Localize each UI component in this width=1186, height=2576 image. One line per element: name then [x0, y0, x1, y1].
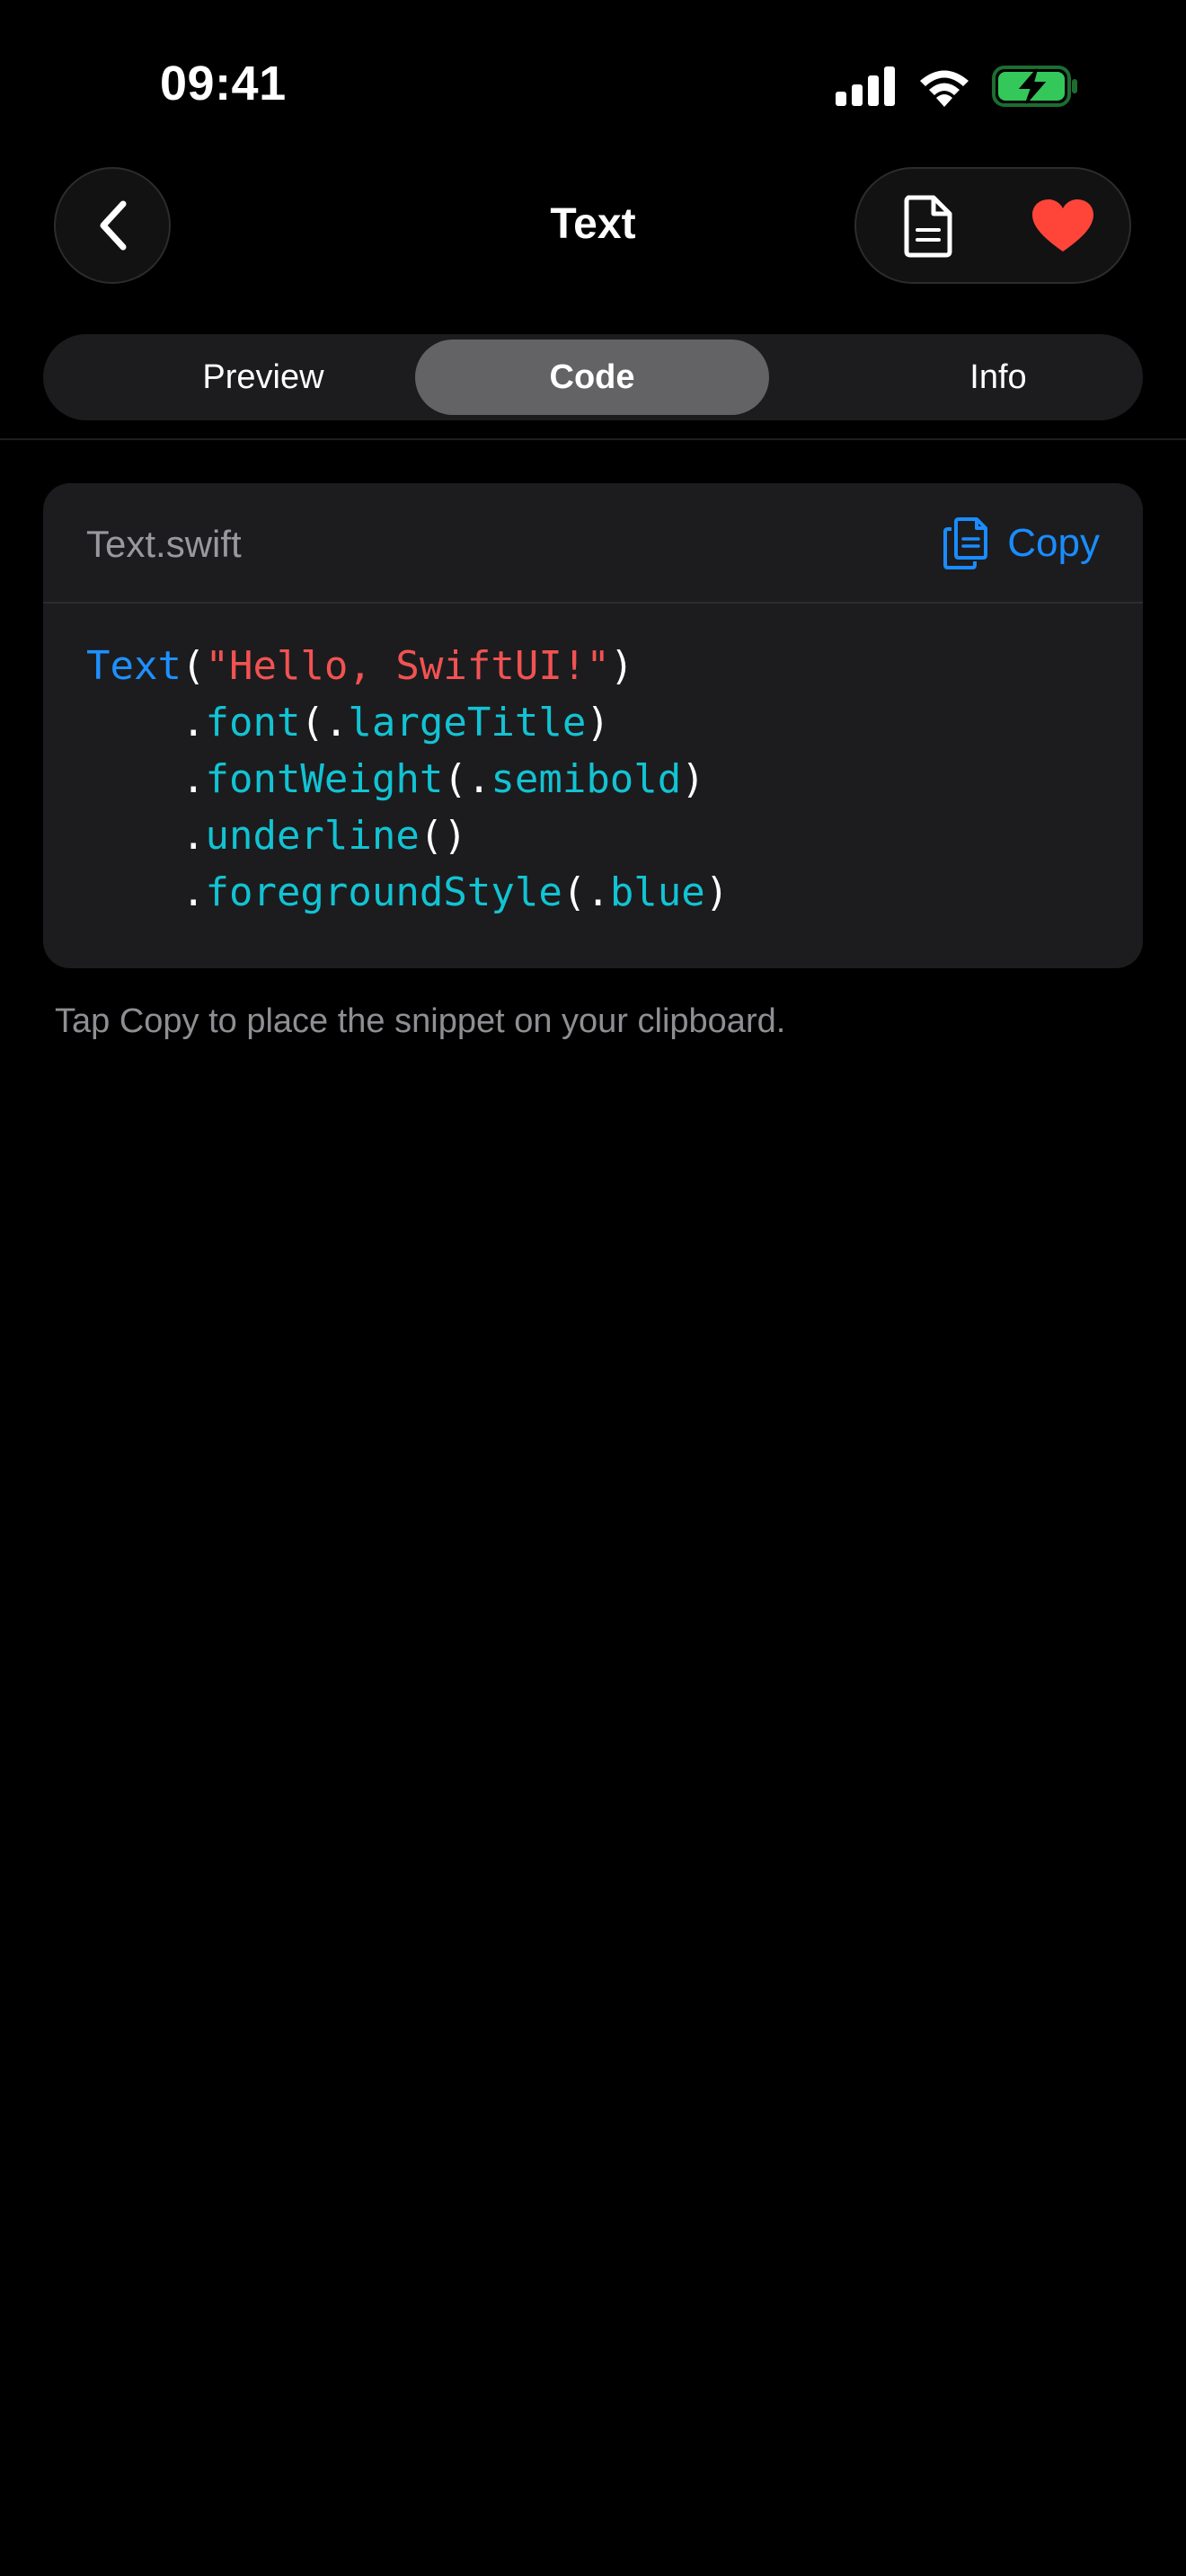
copy-icon — [943, 517, 988, 569]
segmented-control: Preview Code Info — [43, 334, 1143, 420]
status-icons — [836, 63, 1078, 110]
code-token: ) — [681, 756, 705, 802]
cellular-signal-icon — [836, 66, 895, 106]
battery-charging-icon — [992, 66, 1077, 107]
status-time: 09:41 — [160, 57, 287, 110]
tab-code[interactable]: Code — [415, 340, 769, 415]
code-card-header: Text.swift Copy — [43, 483, 1143, 604]
hint-text: Tap Copy to place the snippet on your cl… — [55, 1002, 786, 1040]
code-token: ( — [181, 643, 206, 689]
file-name: Text.swift — [86, 523, 242, 565]
document-icon — [904, 195, 952, 258]
code-token: (. — [443, 756, 491, 802]
copy-label: Copy — [1007, 521, 1100, 565]
code-line: .fontWeight(.semibold) — [86, 751, 729, 807]
code-token: blue — [609, 869, 705, 915]
tab-preview[interactable]: Preview — [86, 340, 440, 415]
code-token: . — [181, 756, 206, 802]
code-token: ) — [704, 869, 730, 915]
code-token: . — [181, 869, 206, 915]
status-bar: 09:41 — [0, 0, 1186, 162]
code-line: .font(.largeTitle) — [86, 694, 729, 751]
code-token: ) — [586, 700, 610, 745]
code-token: largeTitle — [348, 700, 587, 745]
wifi-icon — [920, 70, 969, 107]
favorite-button[interactable] — [1018, 181, 1108, 271]
code-token: . — [181, 813, 206, 859]
divider — [0, 438, 1186, 440]
code-token: Text — [86, 643, 181, 689]
code-line: Text("Hello, SwiftUI!") — [86, 638, 729, 694]
tab-info[interactable]: Info — [821, 340, 1175, 415]
code-token: (. — [300, 700, 349, 745]
code-token: underline — [205, 813, 420, 859]
code-token: . — [181, 700, 206, 745]
code-line: .foregroundStyle(.blue) — [86, 864, 729, 921]
heart-icon — [1032, 199, 1093, 251]
code-token: () — [419, 813, 467, 859]
code-token: ) — [609, 643, 634, 689]
code-token: font — [205, 700, 301, 745]
code-token: "Hello, SwiftUI!" — [205, 643, 610, 689]
action-group — [854, 167, 1131, 284]
code-token: semibold — [491, 756, 682, 802]
code-token: foregroundStyle — [205, 869, 562, 915]
code-token: fontWeight — [205, 756, 444, 802]
code-card: Text.swift Copy Text("Hello, SwiftUI!") … — [43, 483, 1143, 968]
copy-button[interactable]: Copy — [943, 517, 1100, 569]
document-button[interactable] — [883, 181, 973, 271]
code-line: .underline() — [86, 807, 729, 864]
code-block: Text("Hello, SwiftUI!") .font(.largeTitl… — [86, 638, 729, 921]
code-token: (. — [562, 869, 610, 915]
